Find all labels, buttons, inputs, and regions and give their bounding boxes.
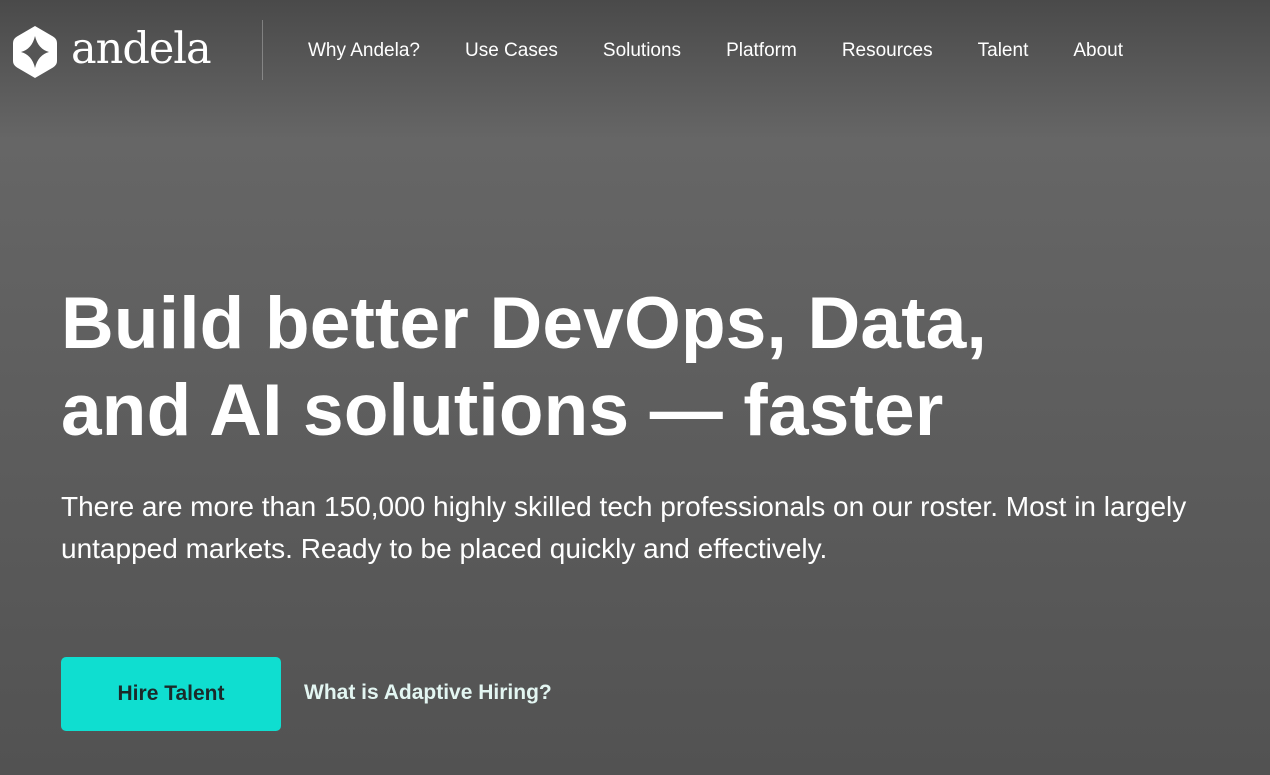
nav-item-why-andela[interactable]: Why Andela?	[308, 40, 420, 62]
hero-title-line-2: and AI solutions — faster	[61, 370, 944, 451]
nav-item-resources[interactable]: Resources	[842, 40, 933, 62]
hero-subtitle: There are more than 150,000 highly skill…	[61, 491, 1187, 564]
site-header: andela Why Andela? Use Cases Solutions P…	[0, 0, 1270, 100]
andela-star-logo-icon	[10, 25, 60, 79]
nav-divider	[262, 20, 263, 80]
hero-title: Build better DevOps, Data, and AI soluti…	[61, 280, 1211, 454]
nav-item-about[interactable]: About	[1073, 40, 1123, 62]
nav-item-platform[interactable]: Platform	[726, 40, 797, 62]
hero-title-line-1: Build better DevOps, Data,	[61, 283, 988, 364]
hire-talent-button[interactable]: Hire Talent	[61, 657, 281, 731]
brand-name: andela	[71, 24, 212, 74]
nav-item-solutions[interactable]: Solutions	[603, 40, 681, 62]
nav-item-talent[interactable]: Talent	[978, 40, 1029, 62]
nav-item-use-cases[interactable]: Use Cases	[465, 40, 558, 62]
main-nav: Why Andela? Use Cases Solutions Platform…	[308, 38, 1123, 64]
brand-logo-link[interactable]: andela	[10, 24, 212, 80]
adaptive-hiring-link[interactable]: What is Adaptive Hiring?	[304, 681, 552, 705]
